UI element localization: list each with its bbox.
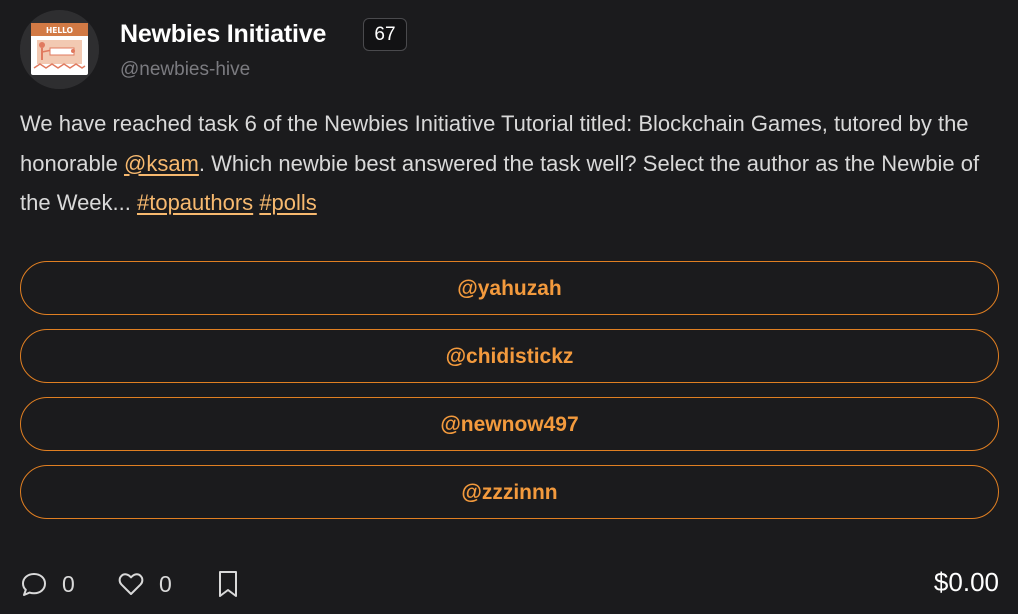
comments-count: 0 <box>62 570 75 597</box>
like-button[interactable]: 0 <box>117 566 172 602</box>
heart-icon <box>118 573 144 595</box>
author-avatar[interactable]: HELLO <box>20 10 99 89</box>
bookmark-icon <box>219 571 237 597</box>
hashtag-topauthors[interactable]: #topauthors <box>137 190 253 215</box>
payout-amount[interactable]: $0.00 <box>934 567 999 598</box>
author-handle[interactable]: @newbies-hive <box>120 59 250 81</box>
poll-option-chidistickz[interactable]: @chidistickz <box>20 329 999 383</box>
poll-option-yahuzah[interactable]: @yahuzah <box>20 261 999 315</box>
bookmark-button[interactable] <box>216 566 240 602</box>
hashtag-polls[interactable]: #polls <box>259 190 316 215</box>
post-body: We have reached task 6 of the Newbies In… <box>20 104 1000 223</box>
author-name[interactable]: Newbies Initiative <box>120 20 326 49</box>
likes-count: 0 <box>159 570 172 597</box>
poll-option-newnow497[interactable]: @newnow497 <box>20 397 999 451</box>
avatar-hello-text: HELLO <box>46 26 73 35</box>
comment-bubble-icon <box>22 573 46 596</box>
post-card: HELLO Newbies Initiative 67 @newbies-hiv… <box>0 0 1018 614</box>
poll-options: @yahuzah @chidistickz @newnow497 @zzzinn… <box>20 261 999 533</box>
avatar-image: HELLO <box>20 10 99 89</box>
post-footer: 0 0 $0.00 <box>20 566 999 602</box>
comment-button[interactable]: 0 <box>20 566 75 602</box>
reputation-badge: 67 <box>363 18 407 51</box>
mention-link[interactable]: @ksam <box>124 151 199 176</box>
poll-option-zzzinnn[interactable]: @zzzinnn <box>20 465 999 519</box>
